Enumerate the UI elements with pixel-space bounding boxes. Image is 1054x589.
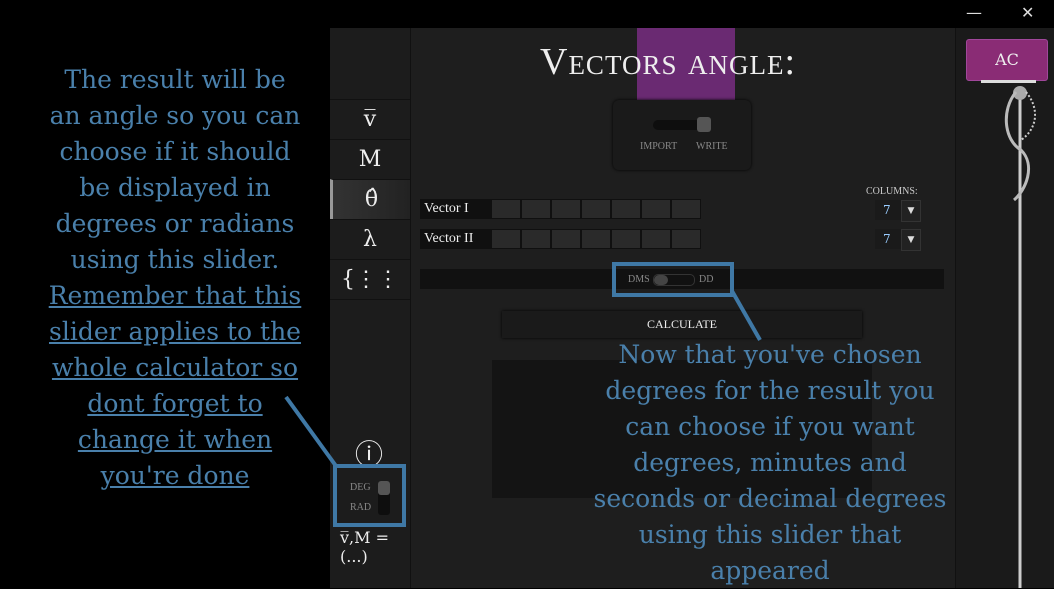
annotation-pointers	[284, 290, 762, 468]
